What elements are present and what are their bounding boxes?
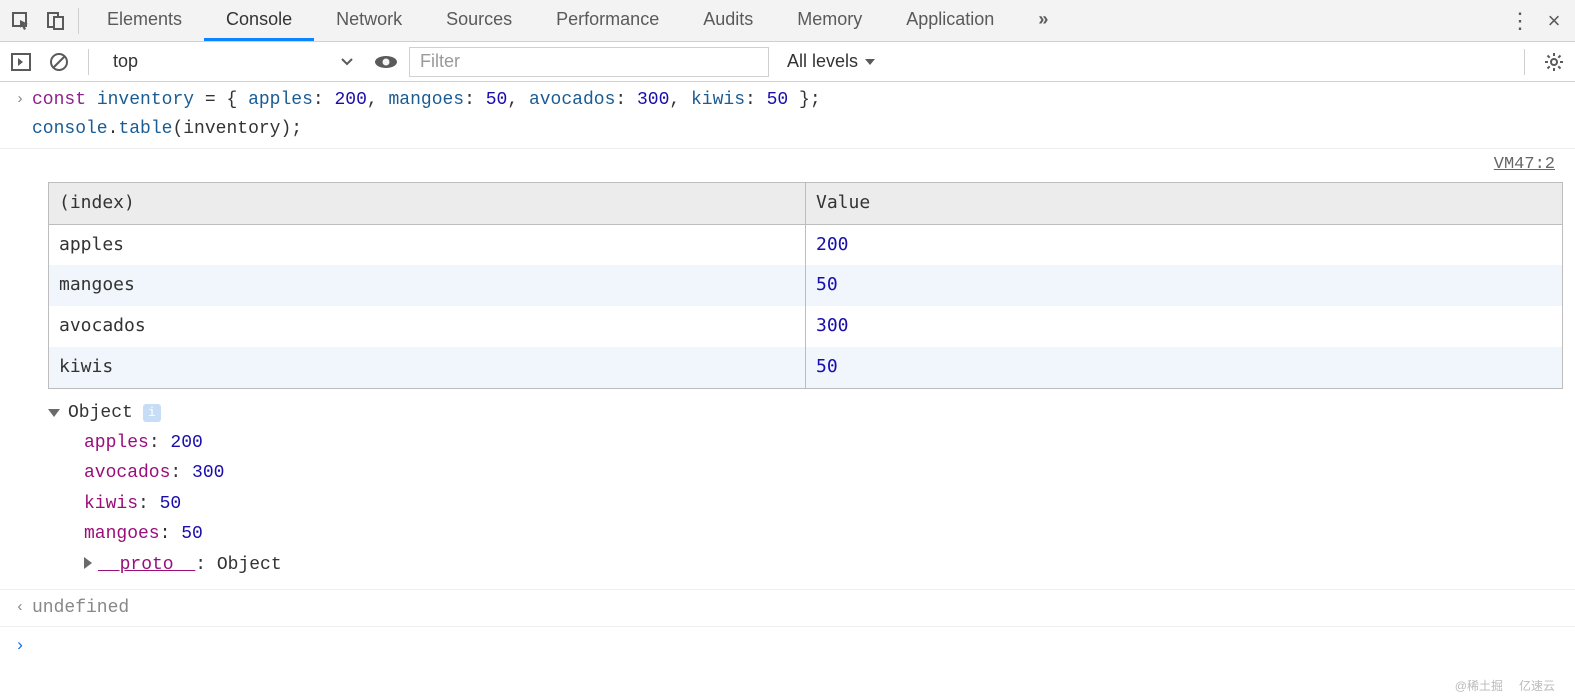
object-info-icon[interactable]: i bbox=[143, 404, 161, 422]
expand-triangle-right-icon bbox=[84, 557, 92, 569]
input-gutter-icon: › bbox=[8, 86, 32, 144]
tab-memory[interactable]: Memory bbox=[775, 0, 884, 41]
col-index[interactable]: (index) bbox=[49, 182, 806, 224]
console-return-value: ‹ undefined bbox=[0, 590, 1575, 628]
expand-triangle-down-icon bbox=[48, 409, 60, 417]
watermark: @稀土掘 亿速云 bbox=[1455, 677, 1555, 694]
tab-network[interactable]: Network bbox=[314, 0, 424, 41]
close-devtools-icon[interactable]: × bbox=[1537, 4, 1571, 38]
vm-source-link[interactable]: VM47:2 bbox=[0, 149, 1575, 178]
table-row[interactable]: mangoes50 bbox=[49, 265, 1563, 306]
live-expression-icon[interactable] bbox=[371, 48, 401, 76]
devtools-tab-strip: Elements Console Network Sources Perform… bbox=[0, 0, 1575, 42]
caret-down-icon bbox=[864, 58, 876, 66]
overflow-tabs-icon[interactable]: » bbox=[1016, 0, 1070, 41]
inspect-element-icon[interactable] bbox=[4, 4, 38, 38]
table-row[interactable]: avocados300 bbox=[49, 306, 1563, 347]
tab-sources[interactable]: Sources bbox=[424, 0, 534, 41]
tab-performance[interactable]: Performance bbox=[534, 0, 681, 41]
col-value[interactable]: Value bbox=[806, 182, 1563, 224]
tab-audits[interactable]: Audits bbox=[681, 0, 775, 41]
settings-gear-icon[interactable] bbox=[1539, 48, 1569, 76]
object-prop[interactable]: apples: 200 bbox=[84, 428, 1567, 459]
log-levels-select[interactable]: All levels bbox=[777, 51, 886, 72]
object-toggle[interactable]: Object i bbox=[48, 399, 1567, 428]
console-input-echo: › const inventory = { apples: 200, mango… bbox=[0, 82, 1575, 149]
console-output: › const inventory = { apples: 200, mango… bbox=[0, 82, 1575, 665]
kebab-menu-icon[interactable]: ⋮ bbox=[1503, 4, 1537, 38]
object-prop[interactable]: mangoes: 50 bbox=[84, 519, 1567, 550]
table-row[interactable]: apples200 bbox=[49, 224, 1563, 265]
prompt-gutter-icon: › bbox=[8, 631, 32, 660]
clear-console-icon[interactable] bbox=[44, 48, 74, 76]
table-row[interactable]: kiwis50 bbox=[49, 347, 1563, 388]
separator bbox=[1524, 49, 1525, 75]
output-gutter-icon: ‹ bbox=[8, 594, 32, 623]
console-table: (index) Value apples200 mangoes50 avocad… bbox=[48, 182, 1563, 389]
filter-input[interactable] bbox=[409, 47, 769, 77]
separator bbox=[88, 49, 89, 75]
table-header-row: (index) Value bbox=[49, 182, 1563, 224]
object-preview: Object i apples: 200 avocados: 300 kiwis… bbox=[0, 397, 1575, 590]
object-head-label: Object bbox=[68, 399, 133, 428]
object-prop[interactable]: kiwis: 50 bbox=[84, 489, 1567, 520]
object-prop[interactable]: avocados: 300 bbox=[84, 458, 1567, 489]
toggle-sidebar-icon[interactable] bbox=[6, 48, 36, 76]
console-toolbar: top All levels bbox=[0, 42, 1575, 82]
device-toolbar-icon[interactable] bbox=[38, 4, 72, 38]
execution-context-select[interactable]: top bbox=[103, 47, 363, 77]
execution-context-value: top bbox=[113, 51, 138, 72]
console-prompt[interactable]: › bbox=[0, 627, 1575, 664]
tab-application[interactable]: Application bbox=[884, 0, 1016, 41]
separator bbox=[78, 8, 79, 34]
caret-down-icon bbox=[341, 58, 353, 66]
input-code[interactable]: const inventory = { apples: 200, mangoes… bbox=[32, 86, 1567, 144]
object-proto[interactable]: __proto__: Object bbox=[84, 550, 1567, 581]
prompt-input[interactable] bbox=[32, 631, 1567, 660]
tab-elements[interactable]: Elements bbox=[85, 0, 204, 41]
tab-console[interactable]: Console bbox=[204, 0, 314, 41]
log-levels-label: All levels bbox=[787, 51, 858, 72]
return-value: undefined bbox=[32, 594, 1567, 623]
